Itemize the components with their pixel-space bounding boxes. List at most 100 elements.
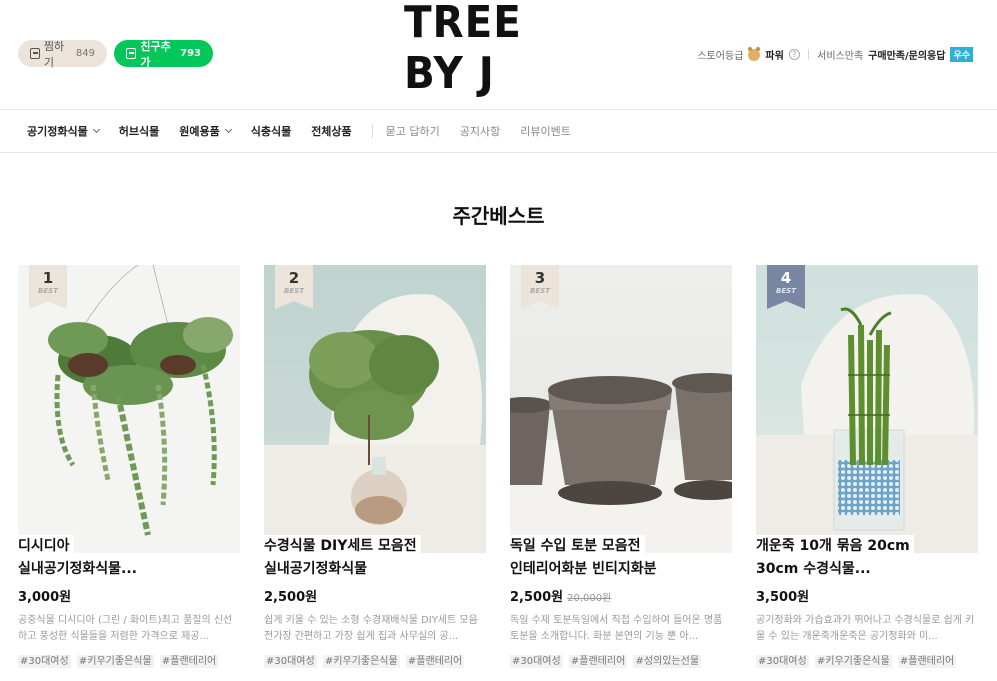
grade-emblem-icon [748, 46, 761, 61]
product-name[interactable]: 개운죽 10개 묶음 20cm 30cm 수경식물... 3,500원 공기정화… [756, 535, 978, 668]
store-grade-value: 파워 [765, 51, 784, 62]
product-name-line2: 실내공기정화식물... [18, 561, 137, 577]
rank-number: 3 [534, 269, 546, 287]
talk-icon [126, 48, 137, 59]
product-price: 3,500원 [756, 586, 978, 605]
product-name-line1: 독일 수입 토분 모음전 [510, 535, 645, 556]
water-plant-image [264, 294, 486, 553]
product-description: 독일 수제 토분독일에서 직접 수입하여 들어온 명품 토분을 소개합니다. 화… [510, 615, 723, 642]
tag[interactable]: #성의있는선물 [633, 655, 702, 668]
price-value: 2,500원 [510, 590, 564, 605]
product-description: 공기정화와 가습효과가 뛰어나고 수경식물로 쉽게 키울 수 있는 개운죽개운죽… [756, 615, 975, 642]
product-description: 쉽게 키울 수 있는 소형 수경재배식물 DIY세트 모음전가장 간편하고 가장… [264, 615, 478, 642]
nav-item-carnivorous[interactable]: 식충식물 [251, 123, 291, 139]
store-zzim-icon [30, 48, 40, 59]
product-tags: #30대여성 #플랜테리어 #성의있는선물 [510, 652, 732, 668]
store-grade-info: 스토어등급 파워 ? | 서비스만족 구매만족/문의응답 우수 [697, 46, 973, 62]
help-icon[interactable]: ? [788, 49, 800, 60]
zzim-count: 849 [75, 48, 95, 59]
nav-item-gardening[interactable]: 원예용품 [179, 123, 232, 139]
product-price: 2,500원 [264, 586, 486, 605]
product-name[interactable]: 독일 수입 토분 모음전 인테리어화분 빈티지화분 2,500원 20,000원 … [510, 535, 732, 668]
product-name-line1: 디시디아 [18, 535, 74, 556]
product-name-line1: 수경식물 DIY세트 모음전 [264, 535, 421, 556]
price-value: 3,500원 [756, 590, 810, 605]
product-tags: #30대여성 #키우기좋은식물 #플랜테리어 [756, 652, 978, 668]
nav-label: 공기정화식물 [27, 125, 88, 138]
rank-best-label: BEST [776, 287, 796, 295]
service-value: 구매만족/문의응답 [868, 51, 946, 62]
product-card[interactable]: 1 BEST 디시디아 실내공기정화식물... 3,000원 공중식물 디시디아… [18, 265, 240, 668]
product-image[interactable]: 2 BEST [264, 265, 486, 553]
rank-best-label: BEST [530, 287, 550, 295]
nav-label: 원예용품 [179, 125, 220, 138]
product-name[interactable]: 디시디아 실내공기정화식물... 3,000원 공중식물 디시디아 (그린 / … [18, 535, 240, 668]
nav-item-review-event[interactable]: 리뷰이벤트 [520, 123, 571, 139]
hanging-plant-image [48, 265, 233, 536]
rank-number: 2 [288, 269, 300, 287]
service-badge: 우수 [950, 47, 973, 62]
clay-pot-image [510, 373, 732, 553]
product-image[interactable]: 1 BEST [18, 265, 240, 553]
tag[interactable]: #플랜테리어 [159, 655, 219, 668]
nav-item-qna[interactable]: 묻고 답하기 [386, 123, 440, 139]
nav-item-notice[interactable]: 공지사항 [460, 123, 500, 139]
product-image[interactable]: 3 BEST [510, 265, 732, 553]
nav-label: 식충식물 [250, 125, 292, 138]
tag[interactable]: #키우기좋은식물 [76, 655, 154, 668]
tag[interactable]: #30대여성 [756, 655, 809, 668]
nav-item-herb[interactable]: 허브식물 [119, 123, 159, 139]
chevron-down-icon [92, 125, 100, 134]
divider: | [806, 49, 811, 60]
product-price: 2,500원 20,000원 [510, 586, 732, 605]
nav-label: 공지사항 [459, 125, 501, 138]
store-header: 찜하기 849 친구추가 793 TREE BY J 스토어등급 파워 ? | … [0, 0, 997, 110]
product-tags: #30대여성 #키우기좋은식물 #플랜테리어 [18, 652, 240, 668]
nav-label: 리뷰이벤트 [520, 125, 571, 138]
tag[interactable]: #플랜테리어 [405, 655, 465, 668]
tag[interactable]: #30대여성 [264, 655, 317, 668]
rank-best-label: BEST [284, 287, 304, 295]
add-friend-button[interactable]: 친구추가 793 [114, 39, 213, 69]
product-price: 3,000원 [18, 586, 240, 605]
chevron-down-icon [224, 125, 232, 134]
lucky-bamboo-image [756, 294, 978, 553]
store-grade-label: 스토어등급 [697, 51, 744, 62]
nav-label: 전체상품 [311, 125, 352, 138]
price-value: 2,500원 [264, 590, 318, 605]
product-tags: #30대여성 #키우기좋은식물 #플랜테리어 [264, 652, 486, 668]
zzim-label: 찜하기 [43, 39, 65, 69]
add-friend-label: 친구추가 [140, 39, 171, 69]
product-name[interactable]: 수경식물 DIY세트 모음전 실내공기정화식물 2,500원 쉽게 키울 수 있… [264, 535, 486, 668]
rank-best-label: BEST [38, 287, 58, 295]
rank-number: 1 [42, 269, 54, 287]
product-card[interactable]: 3 BEST 독일 수입 토분 모음전 인테리어화분 빈티지화분 2,500원 2… [510, 265, 732, 668]
tag[interactable]: #30대여성 [510, 655, 563, 668]
product-name-line2: 30cm 수경식물... [756, 561, 871, 577]
tag[interactable]: #키우기좋은식물 [814, 655, 892, 668]
store-logo[interactable]: TREE BY J [404, 0, 588, 99]
service-label: 서비스만족 [817, 51, 864, 62]
rank-number: 4 [780, 269, 792, 287]
tag[interactable]: #30대여성 [18, 655, 71, 668]
zzim-button[interactable]: 찜하기 849 [18, 39, 107, 69]
section-title: 주간베스트 [452, 204, 545, 228]
tag[interactable]: #플랜테리어 [897, 655, 957, 668]
category-nav: 공기정화식물 허브식물 원예용품 식충식물 전체상품 묻고 답하기 공지사항 리… [0, 110, 997, 153]
product-card[interactable]: 4 BEST 개운죽 10개 묶음 20cm 30cm 수경식물... 3,50… [756, 265, 978, 668]
nav-label: 묻고 답하기 [385, 125, 440, 138]
nav-divider [371, 124, 373, 138]
product-description: 공중식물 디시디아 (그린 / 화이트)최고 품질의 신선하고 풍성한 식물들을… [18, 615, 233, 642]
original-price: 20,000원 [567, 593, 612, 604]
friend-count: 793 [180, 48, 201, 59]
nav-item-all-products[interactable]: 전체상품 [311, 123, 351, 139]
product-name-line1: 개운죽 10개 묶음 20cm [756, 535, 914, 556]
tag[interactable]: #키우기좋은식물 [322, 655, 400, 668]
price-value: 3,000원 [18, 590, 72, 605]
nav-item-air-purifying[interactable]: 공기정화식물 [27, 123, 100, 139]
tag[interactable]: #플랜테리어 [568, 655, 628, 668]
product-card[interactable]: 2 BEST 수경식물 DIY세트 모음전 실내공기정화식물 2,500원 쉽게… [264, 265, 486, 668]
product-name-line2: 인테리어화분 빈티지화분 [510, 561, 657, 577]
nav-label: 허브식물 [118, 125, 160, 138]
product-image[interactable]: 4 BEST [756, 265, 978, 553]
